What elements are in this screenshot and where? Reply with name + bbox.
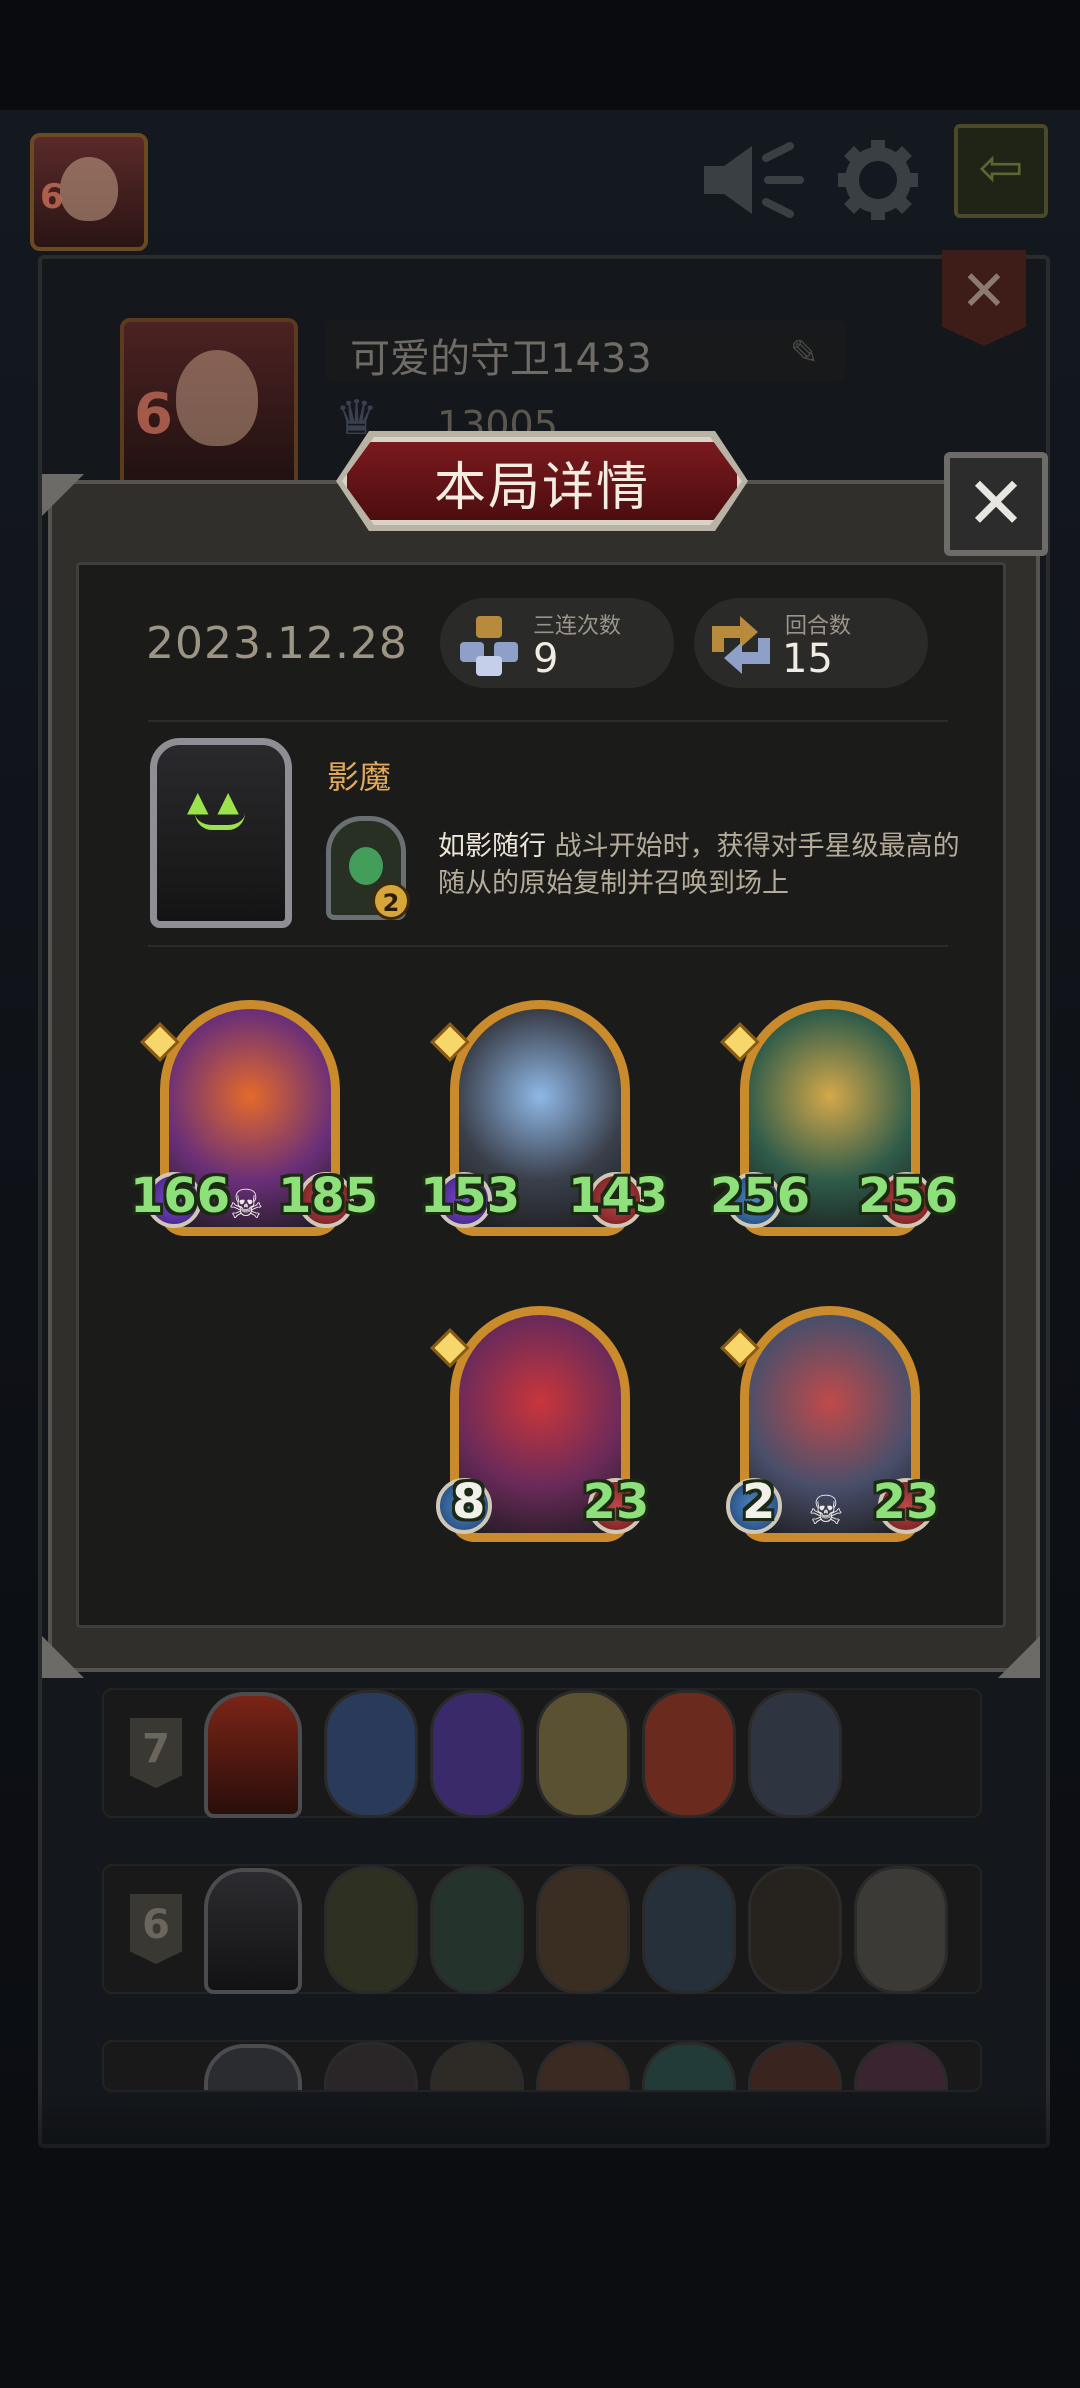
mute-speaker-icon[interactable] [700, 140, 810, 224]
history-row[interactable]: 7 [102, 1688, 982, 1818]
hero-smile [195, 813, 245, 830]
history-minion [430, 1690, 524, 1818]
history-minion [430, 1866, 524, 1994]
minion-attack: 166 [130, 1168, 231, 1224]
minion-health: 23 [582, 1474, 650, 1530]
history-minion [748, 1690, 842, 1818]
profile-close-icon[interactable]: ✕ [942, 250, 1026, 346]
history-minion [854, 2042, 948, 2090]
profile-avatar: 6 [120, 318, 298, 496]
history-minion [748, 2042, 842, 2090]
minion-health: 256 [858, 1168, 959, 1224]
history-minion [536, 1866, 630, 1994]
divider [148, 720, 948, 722]
match-date: 2023.12.28 [146, 618, 408, 669]
deathrattle-skull-icon: ☠ [808, 1488, 844, 1534]
gear-icon[interactable] [836, 138, 920, 226]
skill-level-badge: 2 [372, 882, 410, 920]
history-minion [642, 2042, 736, 2090]
minion-health: 23 [872, 1474, 940, 1530]
minion-health: 143 [568, 1168, 669, 1224]
skill-name: 如影随行 [438, 831, 546, 862]
hero-portrait[interactable]: ▲ ▲ [150, 738, 292, 928]
history-minion [748, 1866, 842, 1994]
history-minion [324, 1690, 418, 1818]
history-hero-portrait [204, 1692, 302, 1818]
top-bar-background [0, 0, 1080, 110]
history-minion [536, 1690, 630, 1818]
modal-title: 本局详情 [433, 458, 650, 518]
minion-attack: 153 [420, 1168, 521, 1224]
rank-badge: 6 [130, 1894, 182, 1964]
history-minion [642, 1690, 736, 1818]
triple-count-value: 9 [533, 636, 559, 682]
rank-badge: 7 [130, 1718, 182, 1788]
history-row[interactable]: 6 [102, 1864, 982, 1994]
exit-arrow-icon[interactable]: ⇦ [954, 124, 1048, 218]
history-minion [430, 2042, 524, 2090]
rounds-icon [706, 612, 776, 682]
history-minion [854, 1866, 948, 1994]
triple-icon [456, 612, 522, 682]
minion-attack: 256 [710, 1168, 811, 1224]
divider [148, 945, 948, 947]
deathrattle-skull-icon: ☠ [228, 1182, 264, 1228]
profile-level: 6 [134, 382, 173, 447]
history-hero-portrait [204, 1868, 302, 1994]
history-minion [536, 2042, 630, 2090]
bottom-fade [0, 2090, 1080, 2388]
hero-name: 影魔 [327, 758, 392, 796]
player-avatar[interactable]: 6 [30, 133, 148, 251]
player-level: 6 [40, 177, 64, 217]
skill-swirl [349, 847, 383, 885]
hero-skill-description: 如影随行 战斗开始时，获得对手星级最高的随从的原始复制并召唤到场上 [438, 828, 978, 902]
avatar-face [176, 350, 258, 446]
avatar-face [60, 157, 118, 221]
history-minion [324, 2042, 418, 2090]
edit-pencil-icon[interactable]: ✎ [790, 333, 819, 373]
round-count-value: 15 [782, 636, 833, 682]
player-name: 可爱的守卫1433 [350, 336, 652, 382]
history-hero-portrait [204, 2044, 302, 2090]
minion-attack: 2 [742, 1474, 776, 1530]
history-minion [324, 1866, 418, 1994]
history-minion [642, 1866, 736, 1994]
history-row[interactable] [102, 2040, 982, 2092]
minion-health: 185 [278, 1168, 379, 1224]
minion-attack: 8 [452, 1474, 486, 1530]
close-icon[interactable]: ✕ [944, 452, 1048, 556]
